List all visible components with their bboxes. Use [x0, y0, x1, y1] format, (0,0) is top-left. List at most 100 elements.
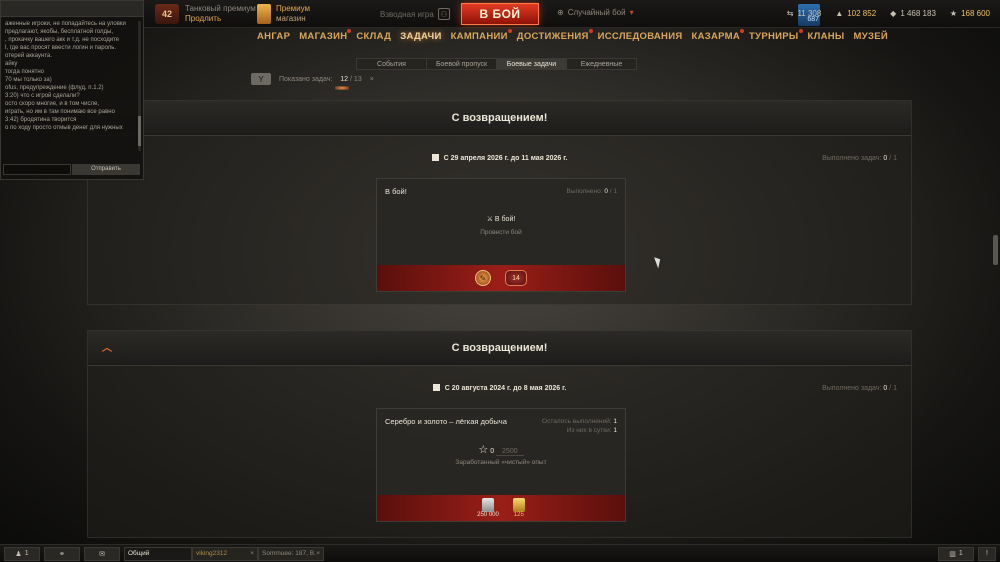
nav-tournaments[interactable]: ТУРНИРЫ: [749, 29, 803, 42]
mission-block-2: ︿ С возвращением! С 20 августа 2024 г. д…: [87, 330, 912, 538]
nav-label: ИССЛЕДОВАНИЯ: [597, 31, 683, 42]
notification-dot-icon: [798, 29, 803, 33]
chat-line: ofus, предупреждение (флуд, п.1.2): [5, 85, 104, 91]
nav-campaigns[interactable]: КАМПАНИИ: [451, 29, 512, 42]
chat-channel-private-2[interactable]: Sommuee: 187, В. ×: [258, 546, 324, 561]
credits-currency[interactable]: ◆ 1 468 183: [890, 9, 936, 18]
notification-dot-icon: [740, 29, 745, 33]
calendar-icon: [432, 384, 440, 391]
close-icon[interactable]: ×: [250, 550, 254, 557]
online-players-button[interactable]: ♟ 1: [4, 546, 40, 561]
mission-block-title: С возвращением!: [451, 342, 548, 354]
filter-funnel-icon[interactable]: Y: [251, 73, 271, 85]
page-scroll-thumb[interactable]: [993, 235, 998, 265]
platoon-icon: ⚇: [437, 8, 450, 20]
credits-value: 1 468 183: [900, 9, 936, 18]
tab-battle-pass[interactable]: Боевой пропуск: [426, 58, 497, 70]
chat-header[interactable]: [1, 1, 143, 17]
card-meta-total: 1: [613, 188, 617, 195]
credits-reward[interactable]: 250 000: [477, 498, 499, 518]
mission-condition: ⚔ В бой! Провести бой: [377, 215, 625, 236]
xp-currency[interactable]: ★ 168 600: [950, 9, 990, 18]
page-scrollbar[interactable]: [993, 100, 998, 500]
chat-line: играть, но им в там понимаю все равно: [5, 109, 115, 115]
platoon-label: Взводная игра: [380, 9, 434, 19]
handshake-icon: ⚭: [59, 550, 65, 558]
mission-card-title: Серебро и золото – лёгкая добыча: [385, 417, 507, 426]
mission-block-title: С возвращением!: [451, 112, 548, 124]
close-icon[interactable]: ×: [316, 550, 320, 557]
channel-label: Sommuee: 187, В.: [262, 550, 316, 557]
nav-shop[interactable]: МАГАЗИН: [299, 29, 352, 42]
credits-icon: ◆: [890, 9, 897, 18]
tank-premium-widget[interactable]: 42 Танковый премиум Продлить: [155, 4, 256, 24]
tab-combat-missions[interactable]: Боевые задачи: [496, 58, 567, 70]
chat-input[interactable]: [3, 164, 71, 175]
condition-name: В бой!: [494, 216, 516, 223]
chat-bubbles-icon: ✉: [99, 550, 105, 558]
free-xp-currency[interactable]: ⇆ 11 308: [787, 9, 822, 18]
nav-hangar[interactable]: АНГАР: [257, 31, 290, 42]
account-level-badge[interactable]: 42: [155, 4, 179, 24]
nav-depot[interactable]: СКЛАД: [356, 31, 391, 42]
per-day-label: Из них в сутки:: [566, 427, 612, 434]
tab-events[interactable]: События: [356, 58, 427, 70]
nav-missions[interactable]: ЗАДАЧИ: [400, 31, 441, 42]
xp-value: 168 600: [961, 9, 990, 18]
mission-card[interactable]: В бой! Выполнено: 0 / 1 ⚔ В бой! Провест…: [376, 178, 626, 292]
reward-heart-badge-icon[interactable]: 14: [505, 270, 527, 286]
done-label: Выполнено задач:: [822, 155, 882, 162]
chat-line: 3:20) что с игрой сделали?: [5, 93, 80, 99]
chat-line: о по ходу просто отмыв денег для нужных: [5, 125, 123, 131]
premium-shop-icon: [257, 4, 271, 24]
nav-museum[interactable]: МУЗЕЙ: [854, 31, 888, 42]
mission-block-1: С возвращением! С 29 апреля 2026 г. до 1…: [87, 100, 912, 305]
system-menu-button[interactable]: !: [978, 546, 996, 561]
battle-button[interactable]: В БОЙ: [461, 3, 539, 25]
battle-mode-selector[interactable]: ⊕ Случайный бой ▾: [557, 8, 634, 17]
chat-line: , прокачку вашего акк и т.д. не посходит…: [5, 37, 120, 43]
messages-button[interactable]: ✉: [84, 546, 120, 561]
gold-currency[interactable]: ▲ 102 852: [835, 9, 876, 18]
nav-label: КАЗАРМА: [691, 31, 741, 42]
mission-card[interactable]: Серебро и золото – лёгкая добыча Осталос…: [376, 408, 626, 522]
done-value: 0: [883, 385, 888, 392]
mission-date-text: С 20 августа 2024 г. до 8 мая 2026 г.: [444, 385, 567, 392]
premium-shop-button[interactable]: Премиум магазин: [257, 4, 310, 24]
notification-dot-icon: [588, 29, 593, 33]
battle-mode-icon: ⊕: [557, 8, 564, 17]
tank-premium-extend-link[interactable]: Продлить: [185, 14, 256, 24]
chat-line: отерей аккаунта.: [5, 53, 52, 59]
chat-send-button[interactable]: Отправить: [72, 164, 140, 175]
card-meta-value: 0: [604, 188, 608, 195]
crossed-swords-icon: ⚔: [486, 216, 493, 223]
main-navigation: АНГАР МАГАЗИН СКЛАД ЗАДАЧИ КАМПАНИИ ДОСТ…: [257, 29, 888, 42]
filter-clear-icon[interactable]: ×: [370, 76, 374, 83]
progress-current: 0: [490, 448, 495, 455]
channel-label: viking2312: [196, 550, 228, 557]
notification-dot-icon: [347, 29, 352, 33]
friends-button[interactable]: ⚭: [44, 546, 80, 561]
nav-label: СКЛАД: [356, 31, 392, 42]
platoon-button[interactable]: Взводная игра ⚇: [380, 8, 450, 20]
chat-scroll-thumb[interactable]: [138, 116, 141, 146]
gold-reward[interactable]: 125: [512, 498, 525, 518]
star-icon: ☆: [478, 444, 489, 456]
tab-daily[interactable]: Ежедневные: [566, 58, 637, 70]
chat-channel-private-1[interactable]: viking2312 ×: [192, 546, 258, 561]
nav-barracks[interactable]: КАЗАРМА: [691, 29, 745, 42]
calendar-icon: [431, 154, 439, 161]
chat-messages: аженные игроки, не попадайтесь на уловки…: [1, 17, 143, 159]
nav-clans[interactable]: КЛАНЫ: [808, 31, 845, 42]
condition-description: Заработанный «чистый» опыт: [455, 459, 547, 466]
booster-reward-icon[interactable]: ✎: [475, 270, 491, 286]
chat-channel-general[interactable]: Общий: [124, 546, 192, 561]
collapse-chevron-icon[interactable]: ︿: [102, 331, 112, 366]
nav-research[interactable]: ИССЛЕДОВАНИЯ: [598, 31, 683, 42]
notifications-button[interactable]: ▥ 1: [938, 546, 974, 561]
chat-scrollbar[interactable]: [138, 21, 141, 151]
chat-window[interactable]: аженные игроки, не попадайтесь на уловки…: [0, 0, 144, 180]
remaining-label: Осталось выполнений:: [542, 418, 612, 425]
nav-achievements[interactable]: ДОСТИЖЕНИЯ: [517, 29, 593, 42]
missions-filter-row: Y Показано задач: 12 / 13 ×: [251, 73, 374, 85]
